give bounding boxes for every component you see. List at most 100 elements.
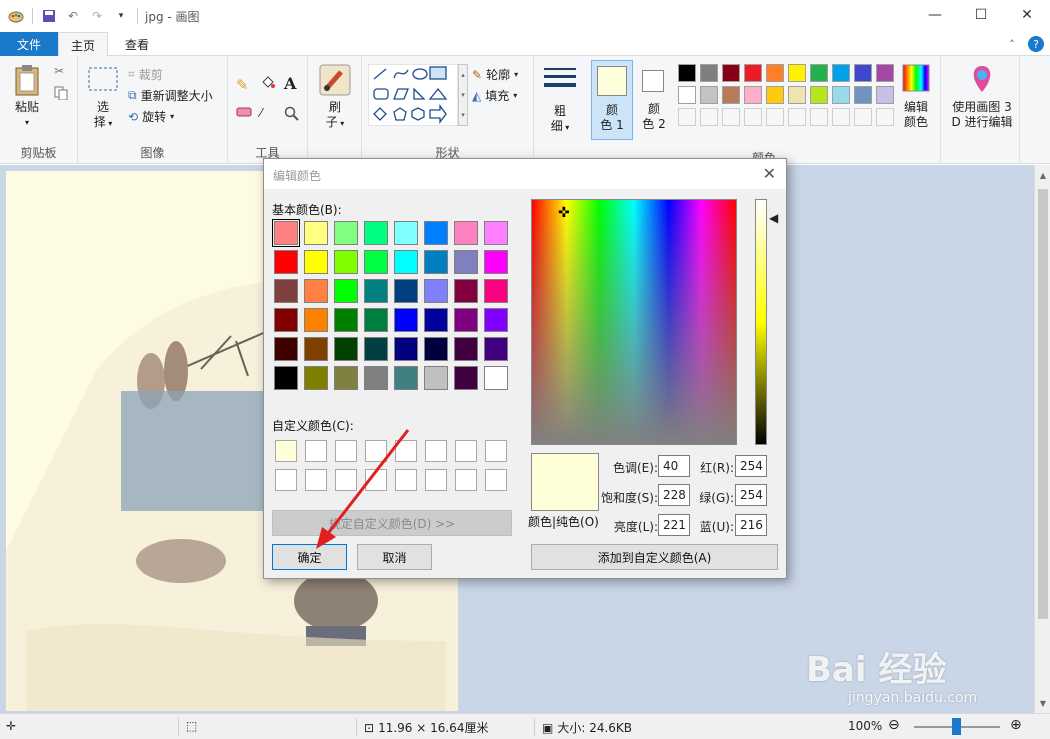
minimize-button[interactable]: —	[912, 0, 958, 30]
shapes-scroll[interactable]: ▴ ▾ ▾	[458, 64, 468, 126]
basic-color-swatch[interactable]	[394, 337, 418, 361]
palette-swatch[interactable]	[788, 64, 806, 82]
palette-empty-swatch[interactable]	[700, 108, 718, 126]
basic-color-swatch[interactable]	[334, 221, 358, 245]
color-spectrum[interactable]: ✜	[531, 199, 737, 445]
collapse-ribbon-icon[interactable]: ˄	[1004, 36, 1020, 52]
basic-color-swatch[interactable]	[304, 308, 328, 332]
palette-empty-swatch[interactable]	[854, 108, 872, 126]
outline-button[interactable]: ✎ 轮廓 ▾	[472, 66, 518, 83]
palette-swatch[interactable]	[678, 64, 696, 82]
palette-swatch[interactable]	[766, 86, 784, 104]
custom-color-swatch[interactable]	[395, 469, 417, 491]
define-custom-colors-button[interactable]: 规定自定义颜色(D) >>	[272, 510, 512, 536]
saturation-input[interactable]: 228	[658, 484, 690, 506]
palette-empty-swatch[interactable]	[832, 108, 850, 126]
custom-color-swatch[interactable]	[305, 469, 327, 491]
basic-color-swatch[interactable]	[484, 250, 508, 274]
text-icon[interactable]: A	[284, 74, 296, 93]
fill-bucket-icon[interactable]	[260, 74, 276, 90]
basic-color-swatch[interactable]	[484, 337, 508, 361]
basic-color-swatch[interactable]	[274, 308, 298, 332]
palette-swatch[interactable]	[722, 86, 740, 104]
custom-color-swatch[interactable]	[365, 469, 387, 491]
palette-swatch[interactable]	[700, 86, 718, 104]
luminance-bar[interactable]	[755, 199, 767, 445]
paste-button[interactable]: 粘贴 ▾	[8, 64, 46, 130]
custom-color-swatch[interactable]	[365, 440, 387, 462]
basic-color-swatch[interactable]	[334, 250, 358, 274]
fill-button[interactable]: ◭ 填充 ▾	[472, 87, 517, 104]
palette-swatch[interactable]	[810, 64, 828, 82]
palette-empty-swatch[interactable]	[810, 108, 828, 126]
basic-color-swatch[interactable]	[484, 366, 508, 390]
palette-swatch[interactable]	[832, 64, 850, 82]
customize-qat-icon[interactable]: ▾	[113, 8, 129, 24]
custom-color-swatch[interactable]	[455, 440, 477, 462]
custom-color-swatch[interactable]	[485, 440, 507, 462]
basic-color-swatch[interactable]	[454, 337, 478, 361]
resize-button[interactable]: ⧉ 重新调整大小	[128, 87, 213, 104]
cut-icon[interactable]: ✂	[54, 64, 64, 78]
palette-swatch[interactable]	[700, 64, 718, 82]
palette-empty-swatch[interactable]	[766, 108, 784, 126]
basic-color-swatch[interactable]	[364, 279, 388, 303]
dialog-close-icon[interactable]: ✕	[763, 164, 776, 183]
custom-color-swatch[interactable]	[395, 440, 417, 462]
custom-color-swatch[interactable]	[485, 469, 507, 491]
custom-color-swatch[interactable]	[335, 469, 357, 491]
palette-swatch[interactable]	[722, 64, 740, 82]
palette-swatch[interactable]	[744, 86, 762, 104]
scroll-up-icon[interactable]: ▲	[1035, 167, 1050, 183]
palette-swatch[interactable]	[788, 86, 806, 104]
scroll-down-icon[interactable]: ▼	[1035, 695, 1050, 711]
crop-button[interactable]: ⌗ 裁剪	[128, 66, 163, 83]
basic-color-swatch[interactable]	[272, 219, 300, 247]
palette-swatch[interactable]	[832, 86, 850, 104]
basic-color-swatch[interactable]	[454, 250, 478, 274]
zoom-in-icon[interactable]: ⊕	[1010, 717, 1022, 733]
copy-icon[interactable]	[54, 86, 68, 100]
edit-colors-button[interactable]: 编辑 颜色	[896, 64, 936, 130]
tab-file[interactable]: 文件	[0, 32, 58, 56]
basic-color-swatch[interactable]	[304, 279, 328, 303]
add-to-custom-colors-button[interactable]: 添加到自定义颜色(A)	[531, 544, 778, 570]
palette-empty-swatch[interactable]	[876, 108, 894, 126]
basic-color-swatch[interactable]	[394, 221, 418, 245]
basic-color-swatch[interactable]	[424, 308, 448, 332]
palette-swatch[interactable]	[678, 86, 696, 104]
custom-color-swatch[interactable]	[455, 469, 477, 491]
palette-empty-swatch[interactable]	[744, 108, 762, 126]
basic-color-swatch[interactable]	[394, 250, 418, 274]
palette-swatch[interactable]	[854, 86, 872, 104]
custom-color-swatch[interactable]	[275, 469, 297, 491]
basic-color-swatch[interactable]	[424, 250, 448, 274]
help-icon[interactable]: ?	[1028, 36, 1044, 52]
basic-color-swatch[interactable]	[394, 279, 418, 303]
custom-color-swatch[interactable]	[275, 440, 297, 462]
palette-empty-swatch[interactable]	[678, 108, 696, 126]
color-picker-icon[interactable]: ⁄	[260, 106, 262, 120]
basic-color-swatch[interactable]	[394, 366, 418, 390]
palette-swatch[interactable]	[744, 64, 762, 82]
basic-color-swatch[interactable]	[454, 279, 478, 303]
palette-swatch[interactable]	[854, 64, 872, 82]
size-button[interactable]: 粗 细 ▾	[542, 66, 578, 135]
redo-icon[interactable]: ↷	[89, 8, 105, 24]
basic-color-swatch[interactable]	[364, 250, 388, 274]
basic-color-swatch[interactable]	[274, 250, 298, 274]
basic-color-swatch[interactable]	[334, 308, 358, 332]
magnifier-icon[interactable]	[284, 106, 300, 122]
brush-button[interactable]: 刷 子 ▾	[316, 64, 354, 131]
shapes-gallery[interactable]	[368, 64, 458, 126]
select-button[interactable]: 选 择 ▾	[86, 66, 120, 131]
palette-swatch[interactable]	[810, 86, 828, 104]
custom-color-swatch[interactable]	[425, 469, 447, 491]
rotate-button[interactable]: ⟲ 旋转 ▾	[128, 108, 174, 125]
close-button[interactable]: ✕	[1004, 0, 1050, 30]
color1-button[interactable]: 颜 色 1	[591, 60, 633, 140]
custom-color-swatch[interactable]	[305, 440, 327, 462]
luminance-input[interactable]: 221	[658, 514, 690, 536]
basic-color-swatch[interactable]	[454, 308, 478, 332]
basic-color-swatch[interactable]	[424, 337, 448, 361]
